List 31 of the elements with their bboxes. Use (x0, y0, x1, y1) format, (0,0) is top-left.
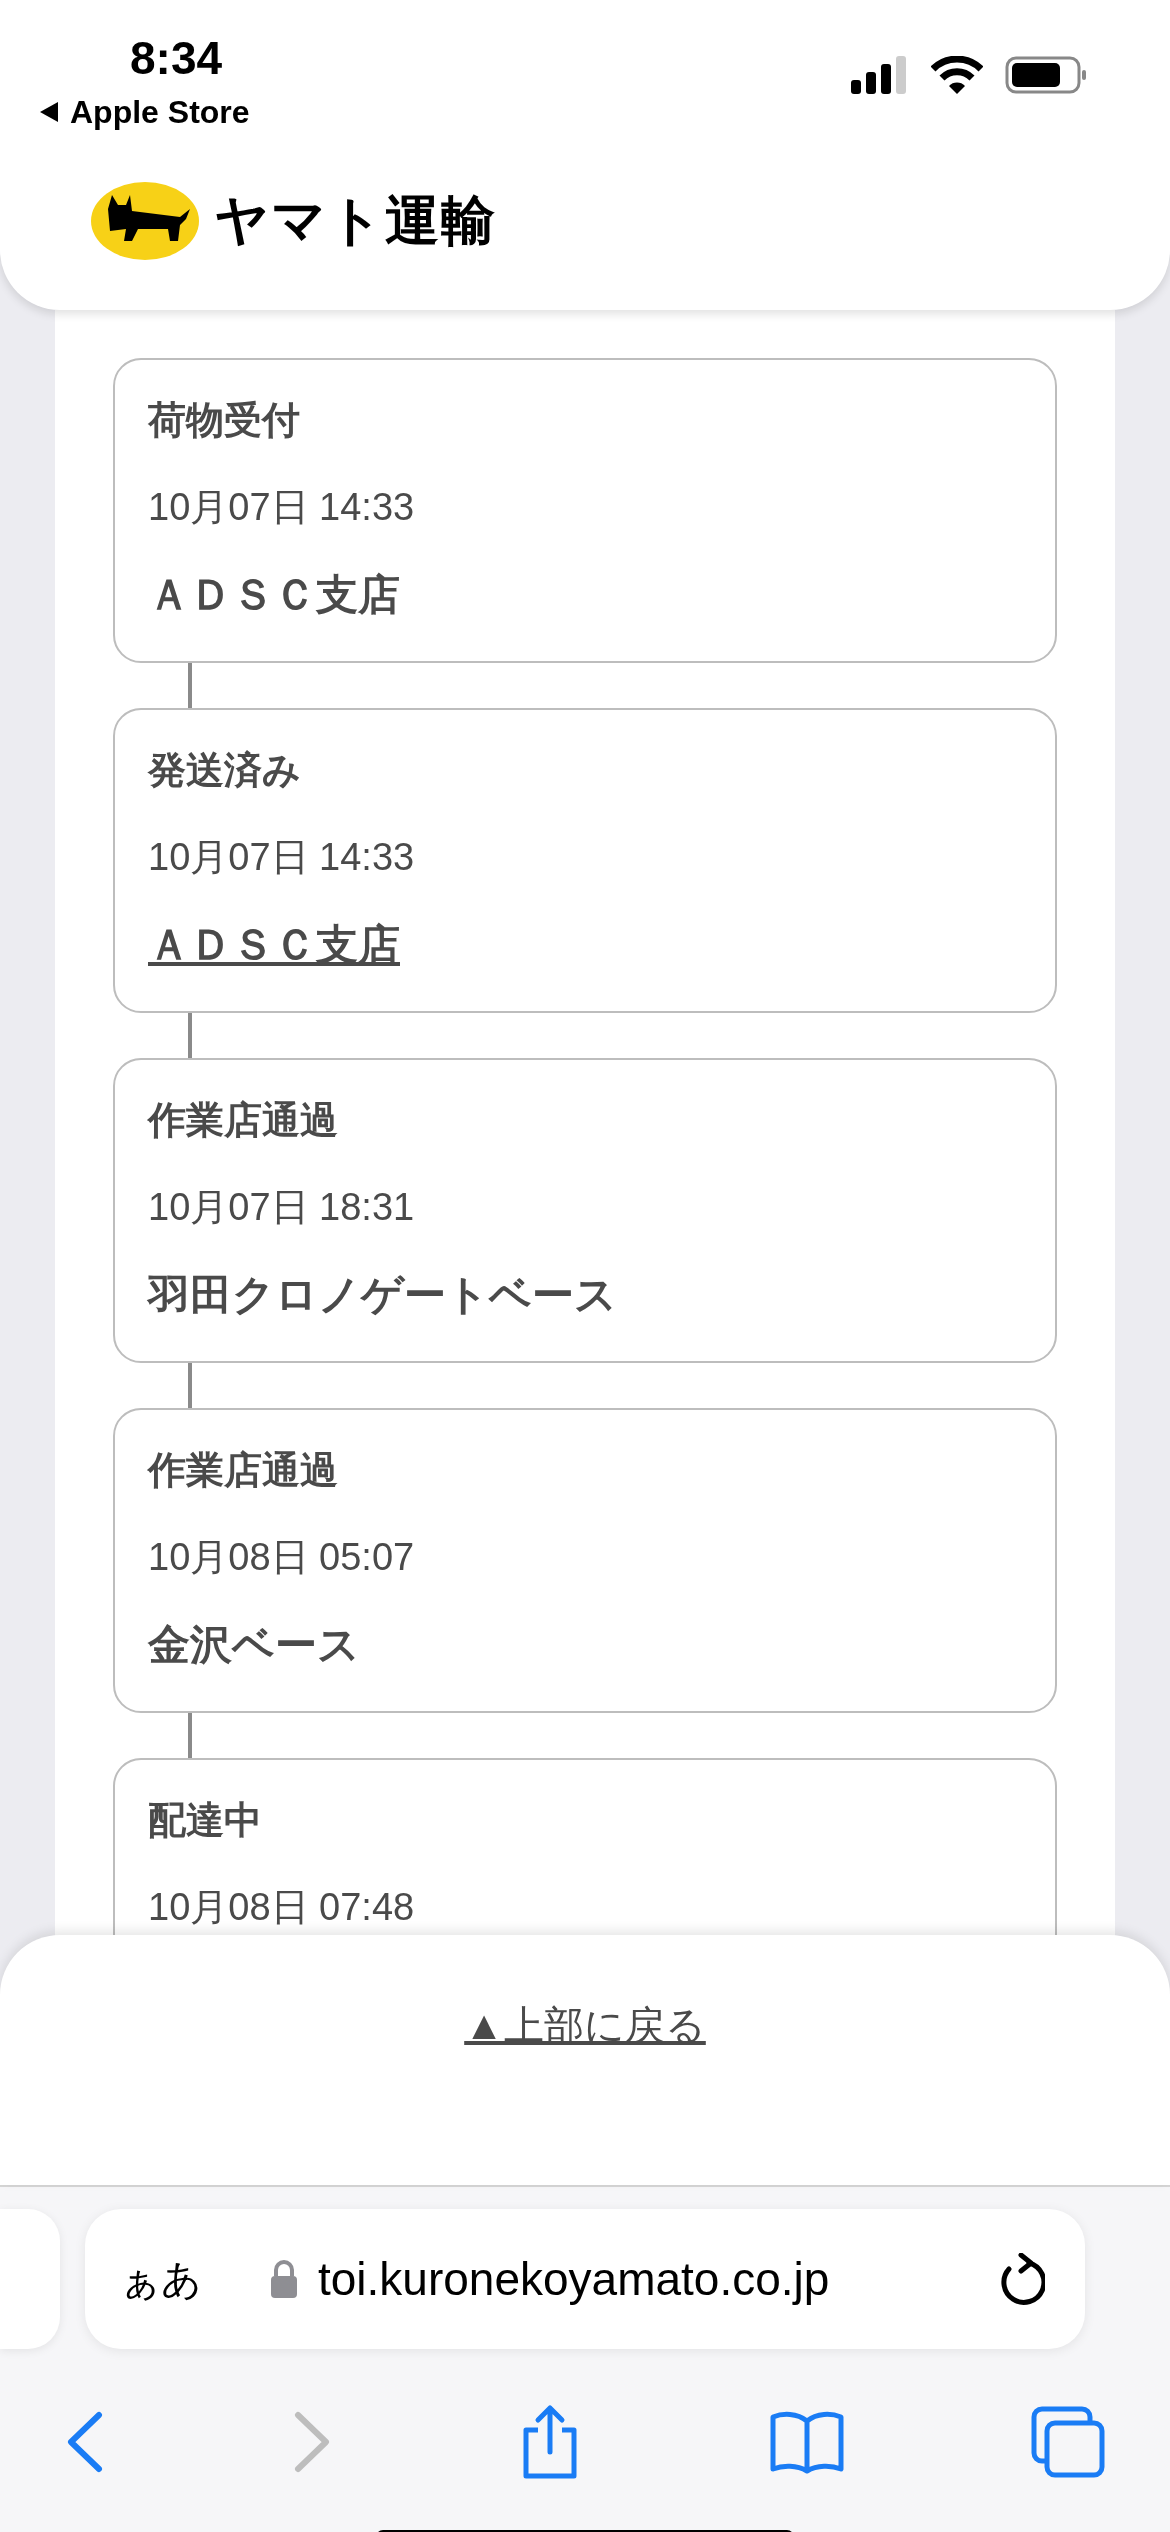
tabs-icon[interactable] (1031, 2406, 1105, 2478)
date-time: 10月08日 05:07 (148, 1535, 415, 1580)
lock-icon (270, 2260, 298, 2298)
back-triangle-icon (38, 100, 60, 124)
text-size-button[interactable]: ぁあ (120, 2249, 202, 2309)
wifi-icon (931, 56, 983, 94)
cat-logo-icon (90, 180, 200, 261)
book-icon[interactable] (768, 2409, 845, 2475)
battery-icon (1005, 56, 1087, 94)
status-label: 作業店通過 (148, 1098, 338, 1143)
location-label: ＡＤＳＣ支店 (148, 570, 400, 620)
location-label: 羽田クロノゲートベース (148, 1270, 617, 1320)
back-app-link[interactable]: Apple Store (70, 88, 250, 136)
status-label: 作業店通過 (148, 1448, 338, 1493)
location-link[interactable]: ＡＤＳＣ支店 (148, 913, 400, 976)
date-time: 10月07日 14:33 (148, 485, 415, 530)
date-time: 10月08日 07:48 (148, 1885, 415, 1930)
url-text: toi.kuronekoyamato.co.jp (318, 2251, 830, 2307)
back-to-top-link[interactable]: ▲上部に戻る (464, 1995, 706, 2055)
signal-icon (851, 56, 909, 94)
status-time: 8:34 (130, 31, 223, 86)
logo-text: ヤマト運輸 (214, 189, 497, 252)
location-label: 金沢ベース (148, 1620, 360, 1670)
back-chevron-icon[interactable] (65, 2411, 105, 2473)
status-label: 配達中 (148, 1798, 262, 1843)
date-time: 10月07日 18:31 (148, 1185, 415, 1230)
address-bar[interactable]: ぁあ toi.kuronekoyamato.co.jp (85, 2209, 1085, 2349)
status-label: 発送済み (148, 748, 301, 793)
date-time: 10月07日 14:33 (148, 835, 415, 880)
status-label: 荷物受付 (148, 398, 300, 443)
reload-icon[interactable] (999, 2253, 1045, 2305)
